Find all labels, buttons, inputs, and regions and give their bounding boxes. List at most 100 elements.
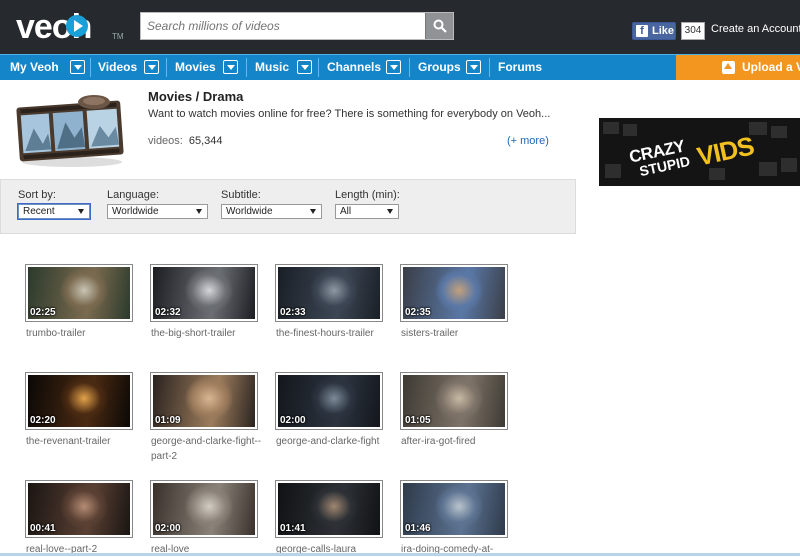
facebook-icon: f [636,25,648,37]
thumbnail-image: 01:46 [403,483,505,535]
dropdown-arrow-icon [310,209,316,214]
video-thumbnail[interactable]: 02:00 [150,480,258,538]
facebook-like-button[interactable]: f Like [632,22,676,40]
subtitle-value: Worldwide [226,206,273,217]
thumbnail-image: 02:00 [153,483,255,535]
video-thumbnail[interactable]: 00:41 [25,480,133,538]
video-thumbnail[interactable]: 01:46 [400,480,508,538]
fb-like-count: 304 [681,22,705,40]
main-nav: My Veoh Videos Movies Music Channels Gro… [0,54,800,80]
search-button[interactable] [425,13,453,39]
chevron-down-icon[interactable] [70,60,85,74]
nav-item-groups[interactable]: Groups [418,55,461,80]
video-duration: 02:33 [280,307,306,318]
nav-divider [489,58,490,77]
video-title-link[interactable]: george-and-clarke-fight--part-2 [151,434,263,464]
video-duration: 00:41 [30,523,56,534]
video-title-link[interactable]: the-big-short-trailer [151,326,263,341]
video-duration: 02:35 [405,307,431,318]
create-account-link[interactable]: Create an Account [711,23,800,35]
video-count-value: 65,344 [188,135,223,147]
more-link[interactable]: (+ more) [507,135,549,147]
veoh-logo[interactable]: veoh TM [16,6,124,46]
nav-item-music[interactable]: Music [255,55,289,80]
video-thumbnail[interactable]: 02:25 [25,264,133,322]
thumbnail-image: 02:25 [28,267,130,319]
nav-item-forums[interactable]: Forums [498,55,542,80]
video-thumbnail[interactable]: 01:41 [275,480,383,538]
video-thumbnail[interactable]: 02:00 [275,372,383,430]
thumbnail-image: 01:41 [278,483,380,535]
thumbnail-image: 01:05 [403,375,505,427]
nav-item-movies[interactable]: Movies [175,55,216,80]
thumbnail-image: 02:33 [278,267,380,319]
video-duration: 02:25 [30,307,56,318]
nav-divider [409,58,410,77]
video-title-link[interactable]: trumbo-trailer [26,326,138,341]
language-filter: Language: Worldwide [107,189,208,219]
play-icon [66,15,88,37]
nav-divider [318,58,319,77]
page-title: Movies / Drama [148,89,244,104]
thumbnail-image: 02:20 [28,375,130,427]
video-thumbnail[interactable]: 01:05 [400,372,508,430]
chevron-down-icon[interactable] [144,60,159,74]
nav-item-channels[interactable]: Channels [327,55,381,80]
filter-bar: Sort by: Recent Language: Worldwide Subt… [0,179,576,234]
nav-divider [90,58,91,77]
dropdown-arrow-icon [387,209,393,214]
video-duration: 02:20 [30,415,56,426]
film-reel-icon [16,95,124,167]
fb-like-label: Like [652,25,675,37]
search-input[interactable] [141,13,426,39]
chevron-down-icon[interactable] [466,60,481,74]
video-count-label: videos: [148,135,183,147]
nav-divider [246,58,247,77]
nav-item-my-veoh[interactable]: My Veoh [10,55,59,80]
language-label: Language: [107,189,159,201]
search-box [140,12,454,40]
sort-value: Recent [23,206,55,217]
video-thumbnail[interactable]: 02:35 [400,264,508,322]
thumbnail-image: 02:35 [403,267,505,319]
subtitle-select[interactable]: Worldwide [221,204,322,219]
video-duration: 02:32 [155,307,181,318]
video-title-link[interactable]: after-ira-got-fired [401,434,513,449]
video-thumbnail[interactable]: 02:33 [275,264,383,322]
advertisement-banner[interactable]: CRAZY STUPID VIDS [599,118,800,186]
thumbnail-image: 00:41 [28,483,130,535]
chevron-down-icon[interactable] [386,60,401,74]
dropdown-arrow-icon [196,209,202,214]
video-duration: 01:46 [405,523,431,534]
video-duration: 02:00 [280,415,306,426]
sort-label: Sort by: [18,189,56,201]
video-thumbnail[interactable]: 01:09 [150,372,258,430]
video-title-link[interactable]: george-and-clarke-fight [276,434,388,449]
search-icon [433,19,447,33]
site-header: veoh TM f Like 304 Create an Account [0,0,800,54]
nav-divider [166,58,167,77]
length-select[interactable]: All [335,204,399,219]
thumbnail-image: 01:09 [153,375,255,427]
upload-button[interactable]: Upload a V [676,55,800,80]
video-title-link[interactable]: sisters-trailer [401,326,513,341]
thumbnail-image: 02:32 [153,267,255,319]
upload-label: Upload a V [742,60,800,74]
length-filter: Length (min): All [335,189,400,219]
video-count: videos: 65,344 [148,135,223,147]
chevron-down-icon[interactable] [297,60,312,74]
sort-select[interactable]: Recent [18,204,90,219]
language-select[interactable]: Worldwide [107,204,208,219]
video-thumbnail[interactable]: 02:32 [150,264,258,322]
thumbnail-image: 02:00 [278,375,380,427]
video-title-link[interactable]: the-revenant-trailer [26,434,138,449]
subtitle-filter: Subtitle: Worldwide [221,189,322,219]
video-thumbnail[interactable]: 02:20 [25,372,133,430]
video-duration: 02:00 [155,523,181,534]
chevron-down-icon[interactable] [223,60,238,74]
dropdown-arrow-icon [78,209,84,214]
video-duration: 01:05 [405,415,431,426]
language-value: Worldwide [112,206,159,217]
video-title-link[interactable]: the-finest-hours-trailer [276,326,388,341]
nav-item-videos[interactable]: Videos [98,55,137,80]
